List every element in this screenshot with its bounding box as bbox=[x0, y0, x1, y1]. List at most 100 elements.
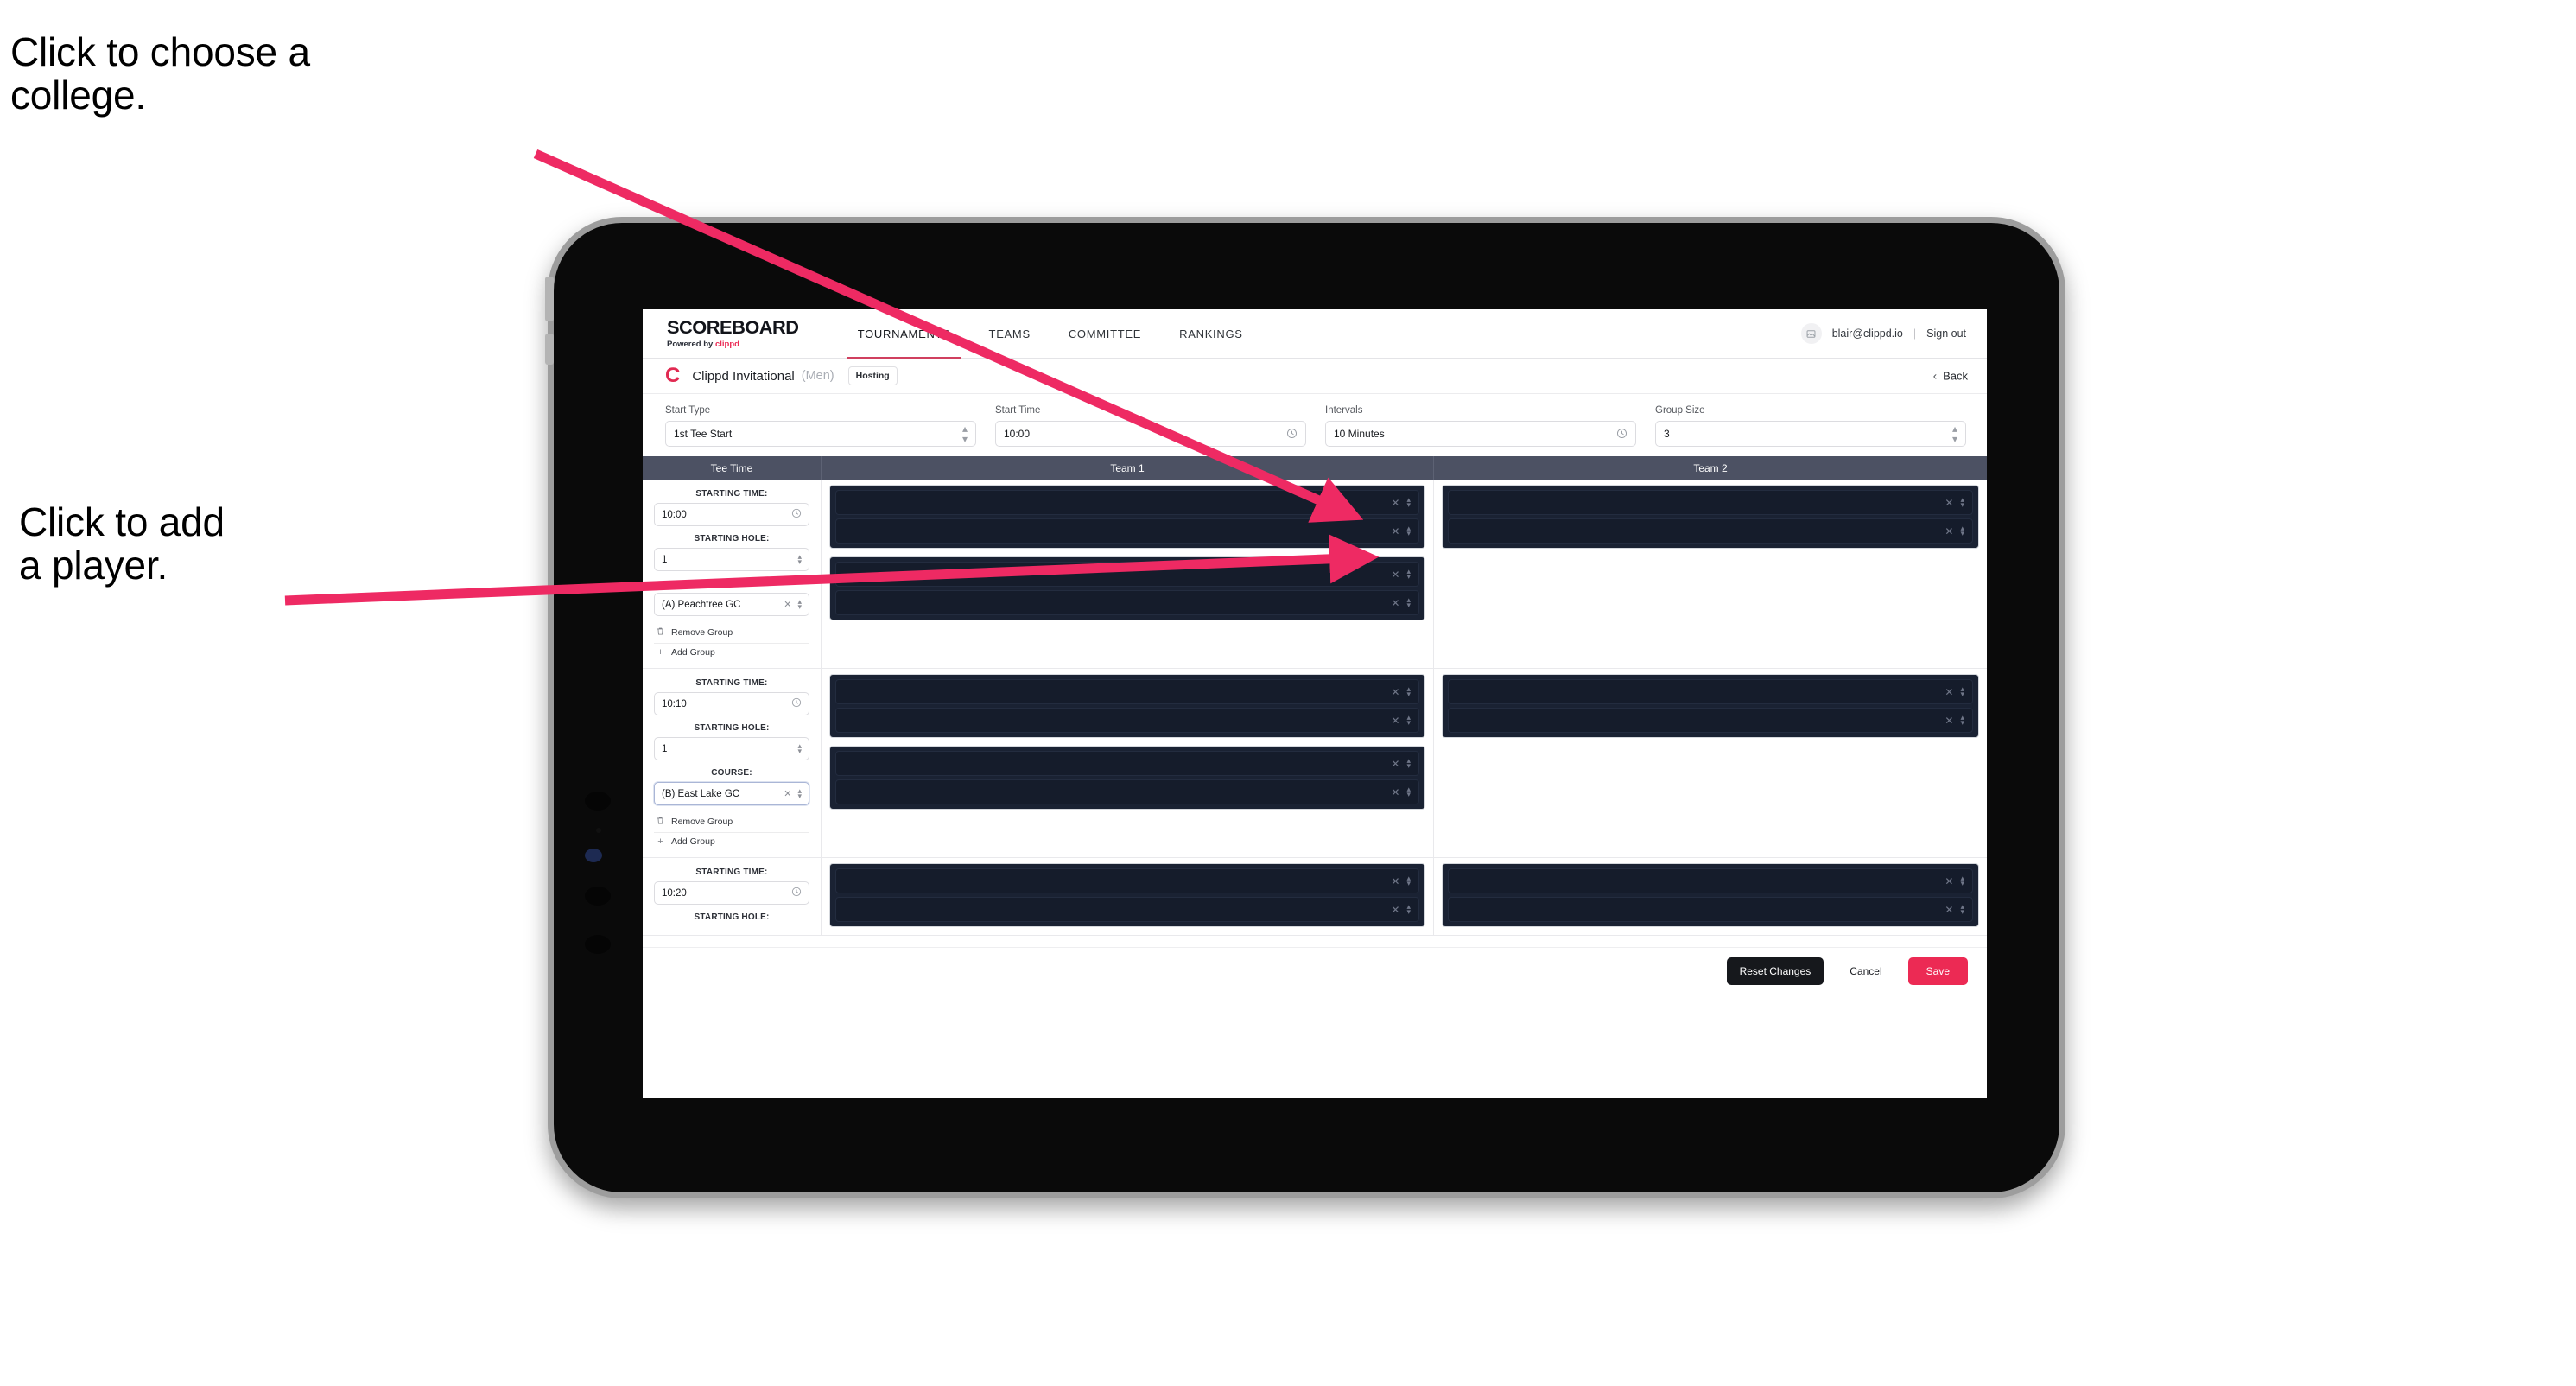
volume-down-button[interactable] bbox=[545, 334, 554, 365]
clock-icon[interactable] bbox=[791, 887, 802, 900]
team-1-cell: ✕ ▴ ▾ ✕ ▴ ▾ bbox=[822, 858, 1434, 935]
player-select[interactable]: ✕ ▴ ▾ bbox=[835, 897, 1419, 922]
tee-time-cell: STARTING TIME: 10:20 STARTING HOLE: bbox=[643, 858, 822, 935]
close-icon[interactable]: ✕ bbox=[1945, 686, 1953, 698]
clock-icon[interactable] bbox=[791, 508, 802, 521]
start-type-select[interactable]: 1st Tee Start ▴ ▾ bbox=[665, 421, 976, 447]
cancel-button[interactable]: Cancel bbox=[1837, 957, 1894, 985]
close-icon[interactable]: ✕ bbox=[1945, 715, 1953, 727]
close-icon[interactable]: ✕ bbox=[784, 599, 791, 610]
player-select[interactable]: ✕ ▴ ▾ bbox=[1448, 518, 1973, 544]
add-group-button[interactable]: + Add Group bbox=[654, 643, 809, 661]
brand-tagline-prefix: Powered by bbox=[667, 340, 715, 349]
close-icon[interactable]: ✕ bbox=[784, 788, 791, 799]
account-area: blair@clippd.io | Sign out bbox=[1800, 323, 1966, 344]
close-icon[interactable]: ✕ bbox=[1391, 715, 1399, 727]
close-icon[interactable]: ✕ bbox=[1945, 875, 1953, 887]
tee-sheet-scroll-area[interactable]: STARTING TIME: 10:00 STARTING HOLE: 1 ▴ ▾ COUR… bbox=[643, 480, 1987, 947]
scoreboard-logo[interactable]: SCOREBOARD Powered by clippd bbox=[667, 318, 799, 349]
tee-time-group-row: STARTING TIME: 10:20 STARTING HOLE: ✕ ▴ ▾ ✕ ▴ ▾ ✕… bbox=[643, 858, 1987, 936]
course-label: COURSE: bbox=[711, 579, 752, 588]
starting-hole-stepper[interactable]: 1 ▴ ▾ bbox=[654, 737, 809, 760]
field-start-time: Start Time 10:00 bbox=[995, 405, 1306, 447]
starting-time-input[interactable]: 10:10 bbox=[654, 692, 809, 715]
course-select[interactable]: (B) East Lake GC ✕ ▴ ▾ bbox=[654, 782, 809, 805]
table-header-row: Tee Time Team 1 Team 2 bbox=[643, 456, 1987, 480]
close-icon[interactable]: ✕ bbox=[1391, 525, 1399, 537]
save-button[interactable]: Save bbox=[1907, 957, 1968, 985]
player-select[interactable]: ✕ ▴ ▾ bbox=[835, 868, 1419, 893]
starting-time-input[interactable]: 10:20 bbox=[654, 881, 809, 905]
back-button[interactable]: ‹ Back bbox=[1933, 370, 1968, 383]
event-header-bar: C Clippd Invitational (Men) Hosting ‹ Ba… bbox=[643, 359, 1987, 394]
form-footer: Reset Changes Cancel Save bbox=[643, 947, 1987, 995]
close-icon[interactable]: ✕ bbox=[1945, 525, 1953, 537]
player-select[interactable]: ✕ ▴ ▾ bbox=[835, 779, 1419, 804]
stepper-icon: ▴ ▾ bbox=[797, 596, 802, 611]
close-icon[interactable]: ✕ bbox=[1391, 686, 1399, 698]
close-icon[interactable]: ✕ bbox=[1391, 758, 1399, 770]
volume-up-button[interactable] bbox=[545, 277, 554, 321]
close-icon[interactable]: ✕ bbox=[1391, 875, 1399, 887]
add-group-button[interactable]: + Add Group bbox=[654, 832, 809, 850]
clock-icon[interactable] bbox=[1286, 428, 1298, 441]
tab-tournaments[interactable]: TOURNAMENTS bbox=[839, 309, 970, 359]
player-select[interactable]: ✕ ▴ ▾ bbox=[835, 679, 1419, 704]
trash-icon bbox=[656, 626, 665, 639]
player-group-card: ✕ ▴ ▾ ✕ ▴ ▾ bbox=[1442, 485, 1979, 549]
sign-out-link[interactable]: Sign out bbox=[1926, 327, 1966, 340]
team-1-cell: ✕ ▴ ▾ ✕ ▴ ▾ ✕ ▴ ▾ ✕ ▴ ▾ bbox=[822, 480, 1434, 668]
player-select[interactable]: ✕ ▴ ▾ bbox=[1448, 868, 1973, 893]
reset-changes-button[interactable]: Reset Changes bbox=[1726, 957, 1824, 985]
camera-sensor-icon bbox=[596, 828, 601, 833]
tab-committee[interactable]: COMMITTEE bbox=[1050, 309, 1160, 358]
player-select[interactable]: ✕ ▴ ▾ bbox=[835, 518, 1419, 544]
player-select[interactable]: ✕ ▴ ▾ bbox=[1448, 897, 1973, 922]
clippd-c-logo-icon: C bbox=[665, 364, 681, 387]
close-icon[interactable]: ✕ bbox=[1945, 497, 1953, 509]
stepper-icon: ▴ ▾ bbox=[1406, 566, 1411, 581]
close-icon[interactable]: ✕ bbox=[1391, 497, 1399, 509]
intervals-input[interactable]: 10 Minutes bbox=[1325, 421, 1636, 447]
close-icon[interactable]: ✕ bbox=[1391, 597, 1399, 609]
group-size-stepper[interactable]: 3 ▴ ▾ bbox=[1655, 421, 1966, 447]
remove-group-button[interactable]: Remove Group bbox=[654, 812, 809, 831]
tee-time-cell: STARTING TIME: 10:10 STARTING HOLE: 1 ▴ ▾ COUR… bbox=[643, 669, 822, 857]
user-image-icon[interactable] bbox=[1800, 323, 1822, 344]
start-time-input[interactable]: 10:00 bbox=[995, 421, 1306, 447]
close-icon[interactable]: ✕ bbox=[1391, 569, 1399, 581]
player-select[interactable]: ✕ ▴ ▾ bbox=[835, 708, 1419, 733]
close-icon[interactable]: ✕ bbox=[1945, 904, 1953, 916]
stepper-icon: ▴ ▾ bbox=[1406, 901, 1411, 916]
tab-rankings[interactable]: RANKINGS bbox=[1160, 309, 1262, 358]
close-icon[interactable]: ✕ bbox=[1391, 786, 1399, 798]
tee-time-group-row: STARTING TIME: 10:10 STARTING HOLE: 1 ▴ ▾ COUR… bbox=[643, 669, 1987, 858]
stepper-icon: ▴ ▾ bbox=[1406, 784, 1411, 798]
clock-icon[interactable] bbox=[1616, 428, 1627, 441]
top-navigation-bar: SCOREBOARD Powered by clippd TOURNAMENTS… bbox=[643, 309, 1987, 359]
player-select[interactable]: ✕ ▴ ▾ bbox=[1448, 490, 1973, 515]
player-select[interactable]: ✕ ▴ ▾ bbox=[835, 562, 1419, 587]
clock-icon[interactable] bbox=[791, 697, 802, 710]
stepper-icon: ▴ ▾ bbox=[1406, 594, 1411, 609]
player-select[interactable]: ✕ ▴ ▾ bbox=[1448, 708, 1973, 733]
start-type-label: Start Type bbox=[665, 405, 711, 416]
remove-group-button[interactable]: Remove Group bbox=[654, 623, 809, 642]
stepper-icon: ▴ ▾ bbox=[1406, 494, 1411, 509]
starting-time-label: STARTING TIME: bbox=[695, 489, 768, 499]
brand-name: SCOREBOARD bbox=[667, 318, 799, 338]
stepper-icon: ▴ ▾ bbox=[1960, 712, 1964, 727]
player-select[interactable]: ✕ ▴ ▾ bbox=[835, 590, 1419, 615]
player-select[interactable]: ✕ ▴ ▾ bbox=[835, 490, 1419, 515]
starting-hole-stepper[interactable]: 1 ▴ ▾ bbox=[654, 548, 809, 571]
group-size-label: Group Size bbox=[1655, 405, 1705, 416]
camera-lens-icon bbox=[585, 792, 611, 811]
course-select[interactable]: (A) Peachtree GC ✕ ▴ ▾ bbox=[654, 593, 809, 616]
column-header-tee-time: Tee Time bbox=[643, 456, 822, 480]
close-icon[interactable]: ✕ bbox=[1391, 904, 1399, 916]
starting-time-value: 10:20 bbox=[662, 887, 687, 899]
player-select[interactable]: ✕ ▴ ▾ bbox=[835, 751, 1419, 776]
starting-time-input[interactable]: 10:00 bbox=[654, 503, 809, 526]
tab-teams[interactable]: TEAMS bbox=[970, 309, 1050, 358]
player-select[interactable]: ✕ ▴ ▾ bbox=[1448, 679, 1973, 704]
